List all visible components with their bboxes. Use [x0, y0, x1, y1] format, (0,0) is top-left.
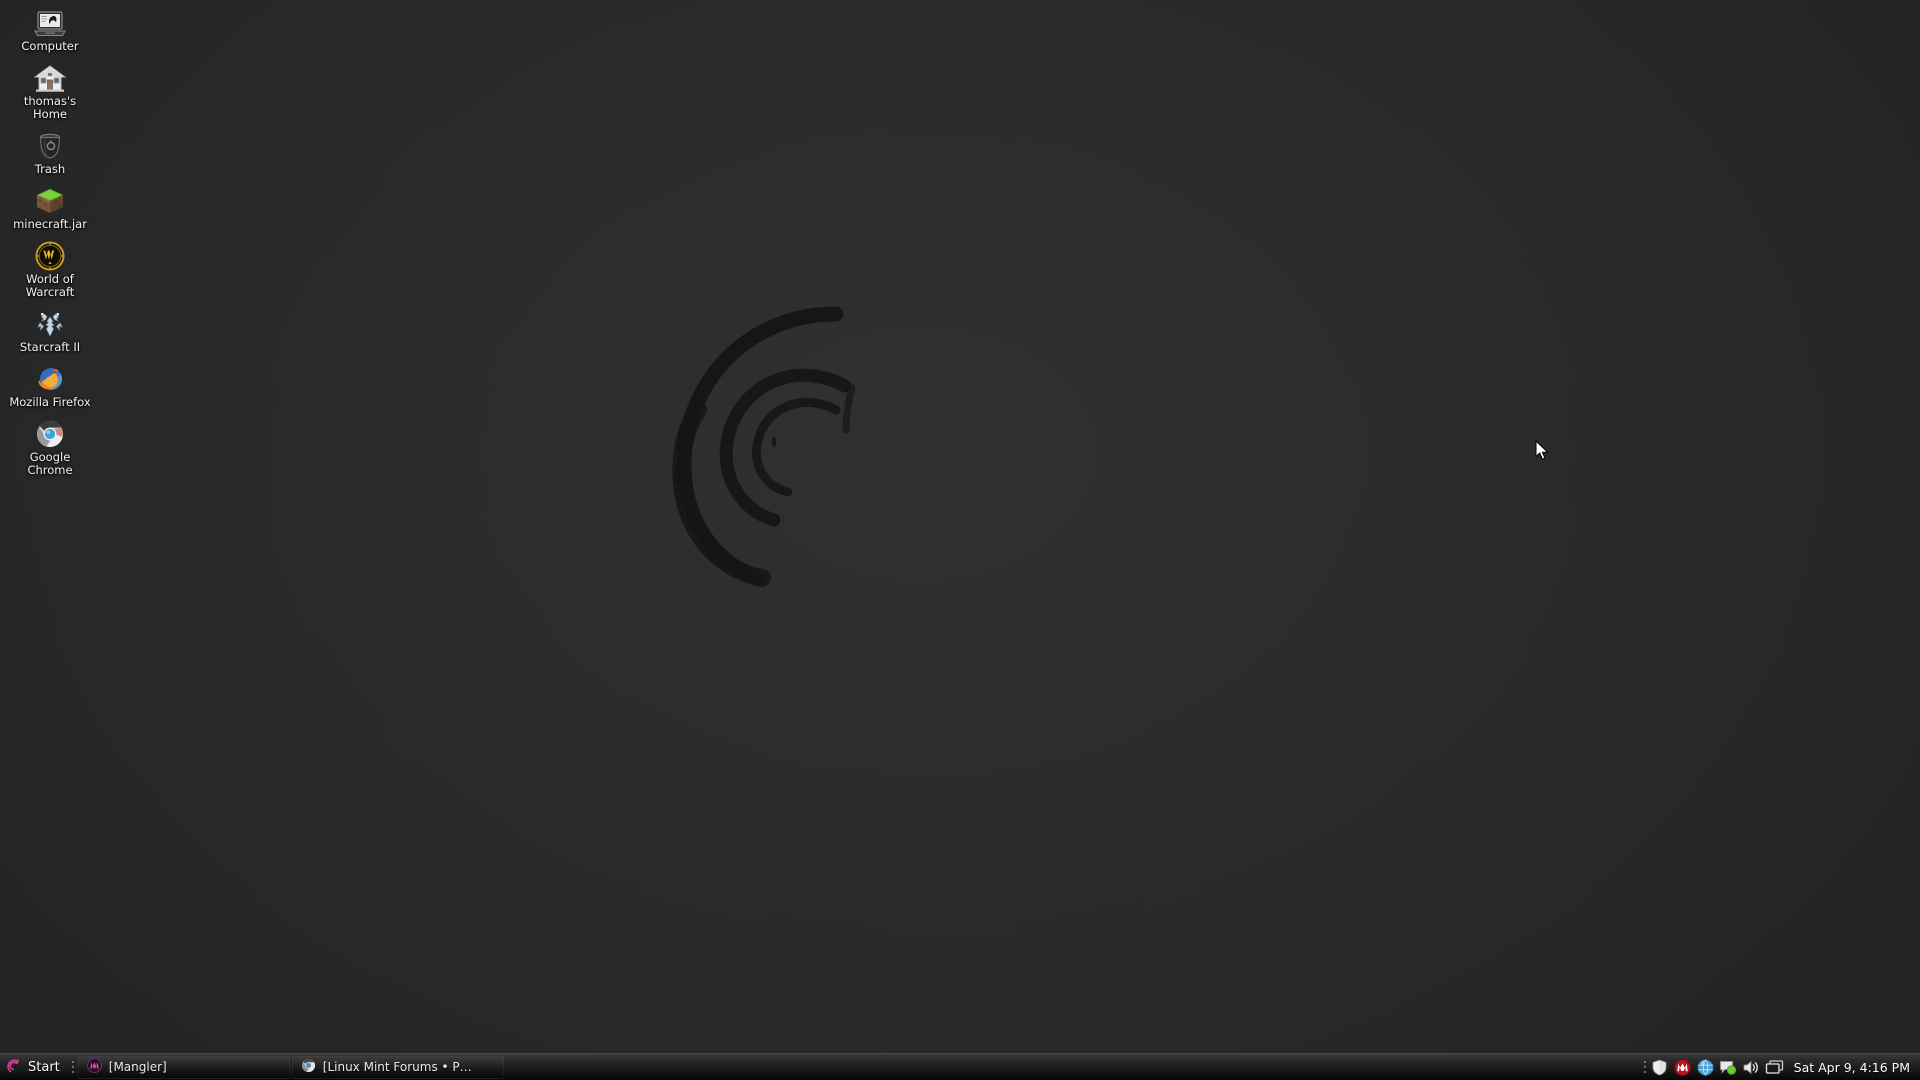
taskbar-window-button[interactable]: [Linux Mint Forums • P… [291, 1055, 504, 1079]
desktop[interactable]: Computer thomas's Home Trash minecraft.j… [0, 0, 1920, 1080]
volume-icon[interactable] [1742, 1058, 1761, 1077]
window-button-title: [Linux Mint Forums • P… [322, 1060, 472, 1074]
desktop-icon-firefox[interactable]: Mozilla Firefox [8, 360, 92, 409]
desktop-icon-grid: Computer thomas's Home Trash minecraft.j… [8, 4, 94, 483]
chat-bubble-icon[interactable] [1719, 1058, 1738, 1077]
desktop-icon-label: Starcraft II [19, 340, 81, 354]
trash-icon [8, 127, 92, 161]
taskbar[interactable]: Start [Mangler] [Linux Mint Forums • P… … [0, 1053, 1920, 1080]
start-button-label: Start [28, 1059, 60, 1075]
debian-swirl-wallpaper-logo [640, 290, 940, 590]
minecraft-grass-block-icon [8, 182, 92, 216]
mangler-icon [86, 1058, 102, 1076]
desktop-icon-home[interactable]: thomas's Home [8, 59, 92, 121]
mandriva-m-icon[interactable] [1673, 1058, 1692, 1077]
desktop-icon-world-of-warcraft[interactable]: World of Warcraft [8, 237, 92, 299]
starcraft-ii-icon [8, 305, 92, 339]
desktop-icon-trash[interactable]: Trash [8, 127, 92, 176]
window-list: [Mangler] [Linux Mint Forums • P… [77, 1055, 1640, 1080]
desktop-icon-label: World of Warcraft [25, 272, 75, 299]
desktop-icon-minecraft[interactable]: minecraft.jar [8, 182, 92, 231]
mouse-cursor-arrow-pointer [1535, 439, 1551, 462]
desktop-icon-starcraft-ii[interactable]: Starcraft II [8, 305, 92, 354]
chrome-icon [8, 415, 92, 449]
start-button[interactable]: Start [0, 1055, 68, 1080]
wallpaper-noise-overlay [0, 0, 1920, 1080]
desktop-icon-google-chrome[interactable]: Google Chrome [8, 415, 92, 477]
desktop-icon-label: minecraft.jar [13, 217, 87, 231]
shield-icon[interactable] [1650, 1058, 1669, 1077]
globe-icon[interactable] [1696, 1058, 1715, 1077]
desktop-icon-label: Trash [34, 162, 66, 176]
home-folder-icon [8, 59, 92, 93]
taskbar-window-button[interactable]: [Mangler] [77, 1055, 290, 1079]
display-icon[interactable] [1765, 1058, 1784, 1077]
firefox-icon [8, 360, 92, 394]
computer-icon [8, 4, 92, 38]
system-tray [1650, 1055, 1788, 1080]
desktop-icon-label: thomas's Home [23, 94, 77, 121]
panel-drag-handle[interactable] [70, 1057, 76, 1077]
debian-swirl-icon [4, 1057, 22, 1078]
desktop-icon-label: Mozilla Firefox [9, 395, 91, 409]
desktop-icon-computer[interactable]: Computer [8, 4, 92, 53]
clock[interactable]: Sat Apr 9, 4:16 PM [1788, 1060, 1920, 1075]
tray-drag-handle[interactable] [1642, 1057, 1648, 1077]
window-button-title: [Mangler] [108, 1060, 167, 1074]
world-of-warcraft-icon [8, 237, 92, 271]
desktop-icon-label: Computer [21, 39, 79, 53]
chrome-icon [301, 1058, 316, 1076]
desktop-icon-label: Google Chrome [27, 450, 73, 477]
